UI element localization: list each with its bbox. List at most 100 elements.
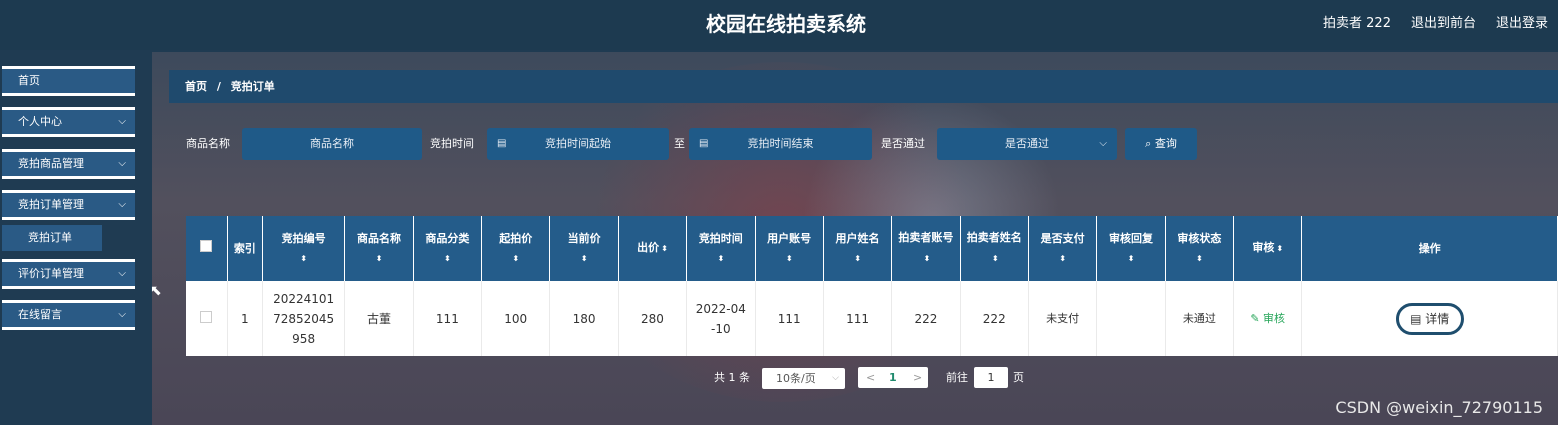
sort-icon[interactable]: ⬍ <box>758 249 821 269</box>
cell-bid: 280 <box>618 281 688 356</box>
top-header: 校园在线拍卖系统 拍卖者 222 退出到前台 退出登录 <box>0 0 1558 50</box>
sort-icon[interactable]: ⬍ <box>347 249 410 269</box>
sort-icon[interactable]: ⬍ <box>1276 244 1283 253</box>
cell-bid-time: 2022-04 -10 <box>686 281 756 356</box>
sort-icon[interactable]: ⬍ <box>1168 249 1231 269</box>
page-size-value: 10条/页 <box>776 372 816 385</box>
table-header[interactable]: 竞拍编号 ⬍ <box>262 216 346 281</box>
sidebar-item-review-manage[interactable]: 评价订单管理 ⌵ <box>2 259 135 289</box>
table-header[interactable]: 起拍价 ⬍ <box>481 216 551 281</box>
table-header[interactable]: 是否支付 ⬍ <box>1028 216 1098 281</box>
start-date-input[interactable]: ▤ 竞拍时间起始 <box>487 128 669 160</box>
sort-icon[interactable]: ⬍ <box>416 249 479 269</box>
sort-icon[interactable]: ⬍ <box>1099 249 1162 269</box>
table-header[interactable]: 出价 ⬍ <box>618 216 688 281</box>
search-button-label: 查询 <box>1154 137 1177 150</box>
row-checkbox[interactable] <box>200 310 213 323</box>
sidebar-item-order-manage[interactable]: 竞拍订单管理 ⌵ <box>2 190 135 220</box>
table-header-label: 出价 <box>637 241 660 254</box>
sort-icon[interactable]: ⬍ <box>265 249 342 269</box>
breadcrumb-home[interactable]: 首页 <box>185 80 207 93</box>
table-header[interactable]: 用户账号 ⬍ <box>755 216 824 281</box>
audit-link-label: 审核 <box>1263 312 1286 325</box>
row-select-cell <box>186 281 228 356</box>
user-label: 拍卖者 222 <box>1323 16 1391 31</box>
table-header[interactable]: 审核回复 ⬍ <box>1096 216 1166 281</box>
sidebar-item-messages[interactable]: 在线留言 ⌵ <box>2 300 135 330</box>
sidebar-item-label: 竞拍商品管理 <box>18 157 84 170</box>
sidebar: 首页 个人中心 ⌵ 竞拍商品管理 ⌵ 竞拍订单管理 ⌵ 竞拍订单 评价订单管理 … <box>0 52 152 425</box>
mouse-cursor-icon: ⬉ <box>150 283 162 299</box>
end-date-input[interactable]: ▤ 竞拍时间结束 <box>689 128 872 160</box>
main-content: 首页 / 竞拍订单 商品名称 商品名称 竞拍时间 ▤ 竞拍时间起始 至 ▤ 竞拍… <box>152 52 1558 425</box>
table-header[interactable]: 商品分类 ⬍ <box>413 216 483 281</box>
table-header-label: 审核回复 <box>1108 231 1153 245</box>
table-header-label: 拍卖者姓名 <box>966 231 1022 244</box>
select-all-checkbox[interactable] <box>200 239 213 252</box>
page-size-select[interactable]: 10条/页 ⌵ <box>762 368 845 389</box>
cell-paid: 未支付 <box>1028 281 1098 356</box>
goto-page-input[interactable]: 1 <box>974 367 1008 388</box>
table-header[interactable]: 商品名称 ⬍ <box>344 216 414 281</box>
goto-label: 前往 <box>946 371 968 384</box>
table-header[interactable]: 审核状态 ⬍ <box>1165 216 1235 281</box>
sidebar-item-home[interactable]: 首页 <box>2 66 135 96</box>
passed-label: 是否通过 <box>881 137 925 150</box>
goods-name-label: 商品名称 <box>186 137 230 150</box>
detail-button-label: 详情 <box>1425 311 1450 326</box>
cell-start-price: 100 <box>481 281 551 356</box>
sidebar-item-label: 竞拍订单管理 <box>18 198 84 211</box>
cell-category: 111 <box>413 281 483 356</box>
table-header[interactable]: 竞拍时间 ⬍ <box>686 216 756 281</box>
breadcrumb-current: 竞拍订单 <box>230 80 275 93</box>
search-icon: ⌕ <box>1145 137 1152 150</box>
cell-audit-reply <box>1096 281 1166 356</box>
table-header-label: 商品分类 <box>425 231 470 245</box>
table-header[interactable]: 拍卖者账号 ⬍ <box>891 216 961 281</box>
logout-link[interactable]: 退出登录 <box>1496 12 1548 31</box>
table-header[interactable]: 用户姓名 ⬍ <box>823 216 893 281</box>
detail-button[interactable]: ▤ 详情 <box>1395 302 1464 335</box>
sort-icon[interactable]: ⬍ <box>992 254 999 263</box>
sort-icon[interactable]: ⬍ <box>689 249 752 269</box>
sort-icon[interactable]: ⬍ <box>826 249 889 269</box>
sidebar-item-label: 首页 <box>18 74 40 87</box>
calendar-icon: ▤ <box>497 138 507 149</box>
to-front-link[interactable]: 退出到前台 <box>1411 12 1476 31</box>
sort-icon[interactable]: ⬍ <box>924 254 931 263</box>
page-number-current[interactable]: 1 <box>889 367 897 388</box>
table-header[interactable]: 当前价 ⬍ <box>549 216 619 281</box>
start-date-placeholder: 竞拍时间起始 <box>545 137 611 150</box>
select-all-cell <box>186 216 228 281</box>
bid-time-label: 竞拍时间 <box>430 137 474 150</box>
cell-seller-name: 222 <box>960 281 1029 356</box>
goods-name-input[interactable]: 商品名称 <box>242 128 422 160</box>
next-page-button[interactable]: > <box>913 367 922 388</box>
cell-audit-status: 未通过 <box>1165 281 1235 356</box>
sidebar-item-personal-center[interactable]: 个人中心 ⌵ <box>2 107 135 137</box>
goods-name-placeholder: 商品名称 <box>310 137 354 150</box>
audit-link[interactable]: ✎ 审核 <box>1250 312 1285 325</box>
sort-icon[interactable]: ⬍ <box>661 244 668 253</box>
passed-select[interactable]: 是否通过 ⌵ <box>937 128 1117 160</box>
document-icon: ▤ <box>1410 311 1422 326</box>
cell-actions: ▤ 详情 <box>1301 281 1558 356</box>
table-header[interactable]: 审核 ⬍ <box>1233 216 1303 281</box>
cell-user-account: 111 <box>755 281 824 356</box>
table-header[interactable]: 拍卖者姓名 ⬍ <box>960 216 1029 281</box>
search-bar: 商品名称 商品名称 竞拍时间 ▤ 竞拍时间起始 至 ▤ 竞拍时间结束 是否通过 … <box>152 128 1558 160</box>
table-header-label: 商品名称 <box>357 231 402 245</box>
sidebar-subitem-bid-orders[interactable]: 竞拍订单 <box>2 225 102 251</box>
sort-icon[interactable]: ⬍ <box>552 249 615 269</box>
to-label: 至 <box>674 137 685 150</box>
end-date-placeholder: 竞拍时间结束 <box>747 137 814 150</box>
table-header-label: 审核 <box>1252 241 1275 254</box>
prev-page-button[interactable]: < <box>866 367 875 388</box>
breadcrumb: 首页 / 竞拍订单 <box>169 70 1558 103</box>
sort-icon[interactable]: ⬍ <box>1031 249 1094 269</box>
search-button[interactable]: ⌕ 查询 <box>1125 128 1197 160</box>
sidebar-item-goods-manage[interactable]: 竞拍商品管理 ⌵ <box>2 149 135 179</box>
breadcrumb-separator: / <box>216 80 221 93</box>
sort-icon[interactable]: ⬍ <box>484 249 547 269</box>
cell-user-name: 111 <box>823 281 893 356</box>
